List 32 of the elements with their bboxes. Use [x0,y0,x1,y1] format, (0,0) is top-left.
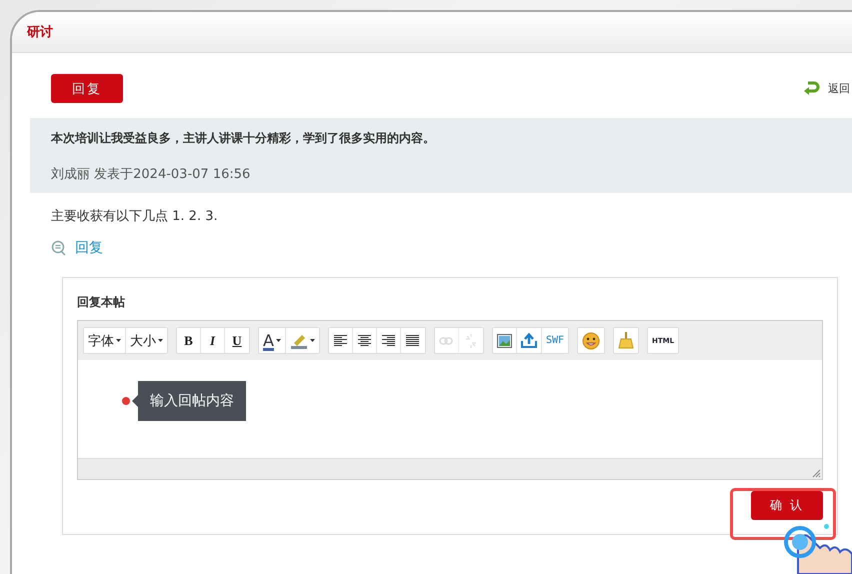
image-icon [496,334,512,348]
broom-icon [618,332,634,349]
image-button[interactable] [492,328,517,353]
post-meta: 刘成丽 发表于2024-03-07 16:56 [51,166,252,183]
indicator-dot-icon [824,524,829,529]
highlighter-icon [290,332,308,348]
panel-title: 研讨 [27,24,53,41]
caret-icon [310,339,315,342]
align-center-icon [358,335,371,346]
fontcolor-button[interactable]: A [259,328,286,353]
bold-button[interactable]: B [177,328,201,353]
smiley-icon [582,332,600,350]
guide-tooltip: 输入回帖内容 [132,381,246,421]
align-left-button[interactable] [328,328,353,353]
back-link[interactable]: 返回 [803,81,850,96]
confirm-button[interactable]: 确 认 [751,491,823,520]
align-left-icon [334,335,347,346]
upload-icon [520,333,537,348]
post-title: 本次培训让我受益良多，主讲人讲课十分精彩，学到了很多实用的内容。 [51,130,436,147]
post-body: 主要收获有以下几点 1. 2. 3. [50,208,219,225]
align-right-icon [382,335,395,346]
reply-form-title: 回复本帖 [77,294,126,311]
caret-icon [116,339,121,342]
caret-icon [158,339,163,342]
reply-button[interactable]: 回复 [51,74,123,103]
reply-link[interactable]: 回复 [30,225,852,257]
caret-icon [276,339,281,342]
resize-grip-icon[interactable] [811,468,821,478]
return-arrow-icon [803,81,820,96]
justify-icon [406,335,420,346]
text-button[interactable]: 字体 [84,328,126,353]
link-icon [439,336,454,344]
